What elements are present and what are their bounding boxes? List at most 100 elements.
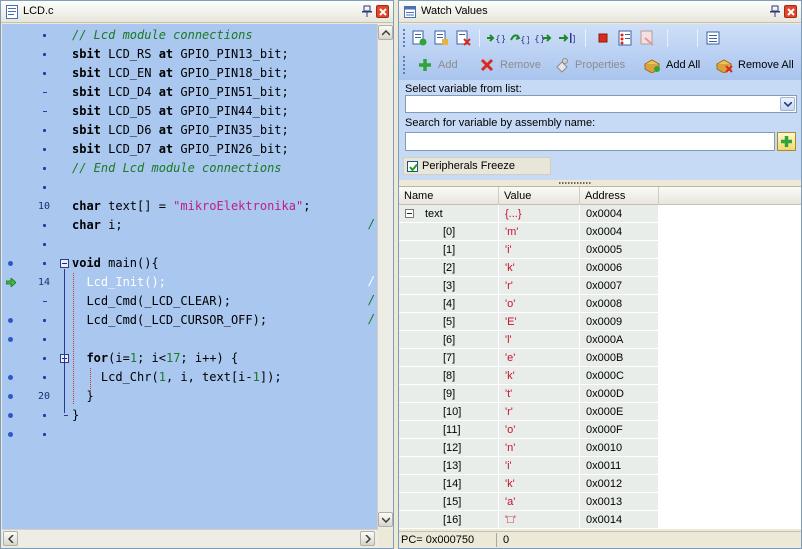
code-line[interactable] (72, 178, 378, 197)
watch-cell-name[interactable]: [14] (399, 475, 499, 493)
watch-cell-value[interactable]: 'o' (499, 421, 580, 439)
watch-cell-name[interactable]: [8] (399, 367, 499, 385)
breakpoint-marker-icon[interactable] (8, 261, 13, 266)
scroll-down-button[interactable] (378, 512, 393, 527)
watch-cell-value[interactable]: 'e' (499, 349, 580, 367)
pin-icon[interactable] (361, 5, 373, 18)
watch-row[interactable]: [15] 'a' 0x0013 (399, 493, 659, 511)
watch-cell-address[interactable]: 0x0007 (580, 277, 659, 295)
watch-cell-name[interactable]: [10] (399, 403, 499, 421)
gutter-line[interactable] (2, 292, 69, 311)
gutter-line[interactable] (2, 254, 69, 273)
breakpoint-marker-icon[interactable] (8, 413, 13, 418)
watch-cell-name[interactable]: [16] (399, 511, 499, 529)
scroll-right-button[interactable] (360, 531, 375, 546)
watch-row[interactable]: [5] 'E' 0x0009 (399, 313, 659, 331)
watch-cell-address[interactable]: 0x0004 (580, 205, 659, 223)
gutter-line[interactable]: 14 (2, 273, 69, 292)
watch-cell-value[interactable]: 'r' (499, 277, 580, 295)
watch-cell-name[interactable]: [13] (399, 457, 499, 475)
column-header-value[interactable]: Value (499, 187, 580, 205)
column-header-name[interactable]: Name (399, 187, 499, 205)
gutter-line[interactable] (2, 121, 69, 140)
watch-row[interactable]: [14] 'k' 0x0012 (399, 475, 659, 493)
gutter-line[interactable] (2, 45, 69, 64)
gutter-line[interactable] (2, 140, 69, 159)
watch-cell-value[interactable]: 'i' (499, 457, 580, 475)
add-button[interactable]: Add (417, 55, 458, 75)
remove-button[interactable]: Remove (479, 55, 541, 75)
code-line[interactable]: Lcd_Cmd(_LCD_CLEAR); (72, 292, 378, 311)
watch-cell-address[interactable]: 0x000E (580, 403, 659, 421)
watch-cell-address[interactable]: 0x0004 (580, 223, 659, 241)
watch-cell-value[interactable]: {...} (499, 205, 580, 223)
watch-row[interactable]: [8] 'k' 0x000C (399, 367, 659, 385)
gutter-line[interactable] (2, 406, 69, 425)
code-line[interactable]: Lcd_Init(); (72, 273, 378, 292)
watch-cell-address[interactable]: 0x000C (580, 367, 659, 385)
watch-cell-value[interactable]: 'r' (499, 403, 580, 421)
code-line[interactable]: void main(){ (72, 254, 378, 273)
watch-cell-name[interactable]: [7] (399, 349, 499, 367)
gutter-line[interactable] (2, 235, 69, 254)
watch-row[interactable]: [4] 'o' 0x0008 (399, 295, 659, 313)
watch-cell-value[interactable]: 'n' (499, 439, 580, 457)
watch-cell-name[interactable]: [2] (399, 259, 499, 277)
watch-cell-value[interactable]: 'k' (499, 259, 580, 277)
code-line[interactable]: char i; (72, 216, 378, 235)
code-line[interactable]: sbit LCD_D5 at GPIO_PIN44_bit; (72, 102, 378, 121)
watch-cell-address[interactable]: 0x000A (580, 331, 659, 349)
breakpoint-marker-icon[interactable] (8, 337, 13, 342)
code-line[interactable]: sbit LCD_D4 at GPIO_PIN51_bit; (72, 83, 378, 102)
watch-cell-name[interactable]: [5] (399, 313, 499, 331)
code-line[interactable]: } (72, 387, 378, 406)
close-icon[interactable] (376, 5, 389, 18)
gutter-line[interactable] (2, 102, 69, 121)
edit-watch-icon[interactable] (433, 30, 449, 46)
gutter-line[interactable] (2, 64, 69, 83)
watch-row[interactable]: [3] 'r' 0x0007 (399, 277, 659, 295)
code-line[interactable]: sbit LCD_D7 at GPIO_PIN26_bit; (72, 140, 378, 159)
code-text[interactable]: // Lcd module connections sbit LCD_RS at … (69, 24, 378, 529)
code-line[interactable]: sbit LCD_EN at GPIO_PIN18_bit; (72, 64, 378, 83)
code-line[interactable] (72, 330, 378, 349)
dropdown-arrow-icon[interactable] (780, 97, 795, 111)
watch-row-parent[interactable]: text {...} 0x0004 (399, 205, 659, 223)
watch-cell-name[interactable]: [15] (399, 493, 499, 511)
watch-cell-name[interactable]: text (399, 205, 499, 223)
collapse-toggle-icon[interactable] (405, 209, 414, 218)
stop-debug-icon[interactable] (595, 30, 611, 46)
watch-cell-name[interactable]: [3] (399, 277, 499, 295)
watch-cell-value[interactable]: 'k' (499, 367, 580, 385)
watch-cell-value[interactable]: 'm' (499, 223, 580, 241)
watch-cell-address[interactable]: 0x0006 (580, 259, 659, 277)
code-line[interactable] (72, 235, 378, 254)
gutter-line[interactable] (2, 26, 69, 45)
code-line[interactable]: for(i=1; i<17; i++) { (72, 349, 378, 368)
watch-cell-name[interactable]: [12] (399, 439, 499, 457)
watch-cell-value[interactable]: 'k' (499, 475, 580, 493)
watch-cell-address[interactable]: 0x0011 (580, 457, 659, 475)
properties-button[interactable]: Properties (554, 55, 625, 75)
assembly-name-search-input[interactable] (405, 132, 775, 151)
watch-row[interactable]: [0] 'm' 0x0004 (399, 223, 659, 241)
watch-cell-address[interactable]: 0x0012 (580, 475, 659, 493)
close-icon[interactable] (784, 5, 797, 18)
watch-cell-address[interactable]: 0x0008 (580, 295, 659, 313)
add-watch-icon[interactable] (411, 30, 427, 46)
step-into-icon[interactable]: {} (485, 30, 505, 46)
watch-cell-address[interactable]: 0x0009 (580, 313, 659, 331)
watch-cell-value[interactable]: '□' (499, 511, 580, 529)
vertical-scrollbar[interactable] (377, 24, 393, 529)
remove-all-button[interactable]: Remove All (715, 55, 794, 75)
gutter-line[interactable]: 10 (2, 197, 69, 216)
horizontal-scrollbar[interactable] (2, 529, 378, 547)
watch-cell-name[interactable]: [6] (399, 331, 499, 349)
toolbar-grip[interactable] (403, 29, 405, 47)
delete-watch-icon[interactable] (455, 30, 471, 46)
watch-cell-name[interactable]: [4] (399, 295, 499, 313)
toolbar-grip[interactable] (403, 56, 405, 74)
watch-row[interactable]: [16] '□' 0x0014 (399, 511, 659, 529)
watch-cell-value[interactable]: 'E' (499, 313, 580, 331)
code-line[interactable]: sbit LCD_RS at GPIO_PIN13_bit; (72, 45, 378, 64)
